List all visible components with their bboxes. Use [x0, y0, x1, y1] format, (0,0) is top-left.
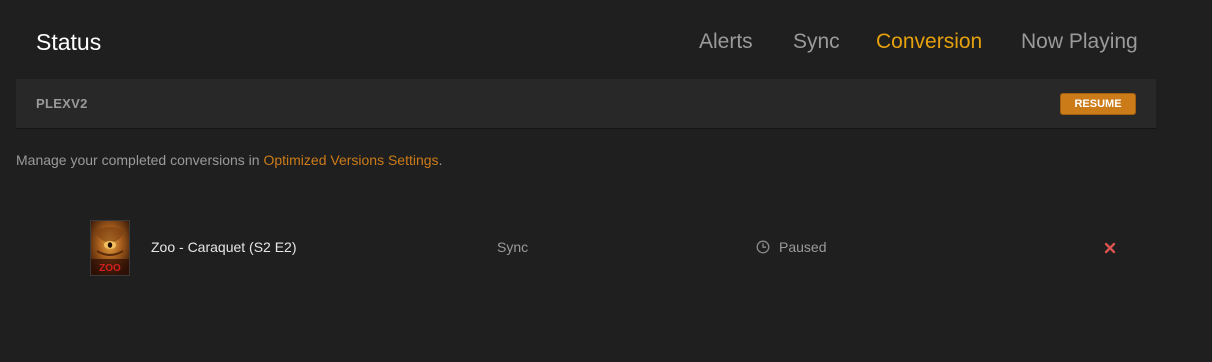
poster-thumbnail: ZOO: [90, 220, 130, 276]
optimized-versions-settings-link[interactable]: Optimized Versions Settings: [263, 152, 438, 168]
poster-zoo-text: ZOO: [99, 263, 121, 274]
tab-now-playing[interactable]: Now Playing: [1021, 27, 1138, 57]
tab-alerts[interactable]: Alerts: [699, 27, 753, 57]
tab-sync[interactable]: Sync: [793, 27, 840, 57]
manage-text-suffix: .: [438, 152, 443, 168]
close-icon[interactable]: [1103, 241, 1117, 255]
resume-button[interactable]: RESUME: [1060, 93, 1136, 115]
manage-conversions-text: Manage your completed conversions in Opt…: [16, 152, 442, 168]
clock-icon: [756, 240, 770, 254]
server-name: PLEXV2: [36, 96, 88, 111]
status-page: Status Alerts Sync Conversion Now Playin…: [0, 0, 1212, 362]
conversion-type: Sync: [497, 239, 529, 255]
server-header: PLEXV2 RESUME: [16, 79, 1156, 129]
status-tabs: Alerts Sync Conversion Now Playing: [0, 27, 1212, 57]
manage-text-prefix: Manage your completed conversions in: [16, 152, 264, 168]
conversion-row: ZOO Zoo - Caraquet (S2 E2) Sync Paused: [0, 218, 1212, 278]
conversion-status: Paused: [779, 239, 827, 255]
tab-conversion[interactable]: Conversion: [876, 27, 982, 57]
conversion-title: Zoo - Caraquet (S2 E2): [151, 239, 297, 255]
